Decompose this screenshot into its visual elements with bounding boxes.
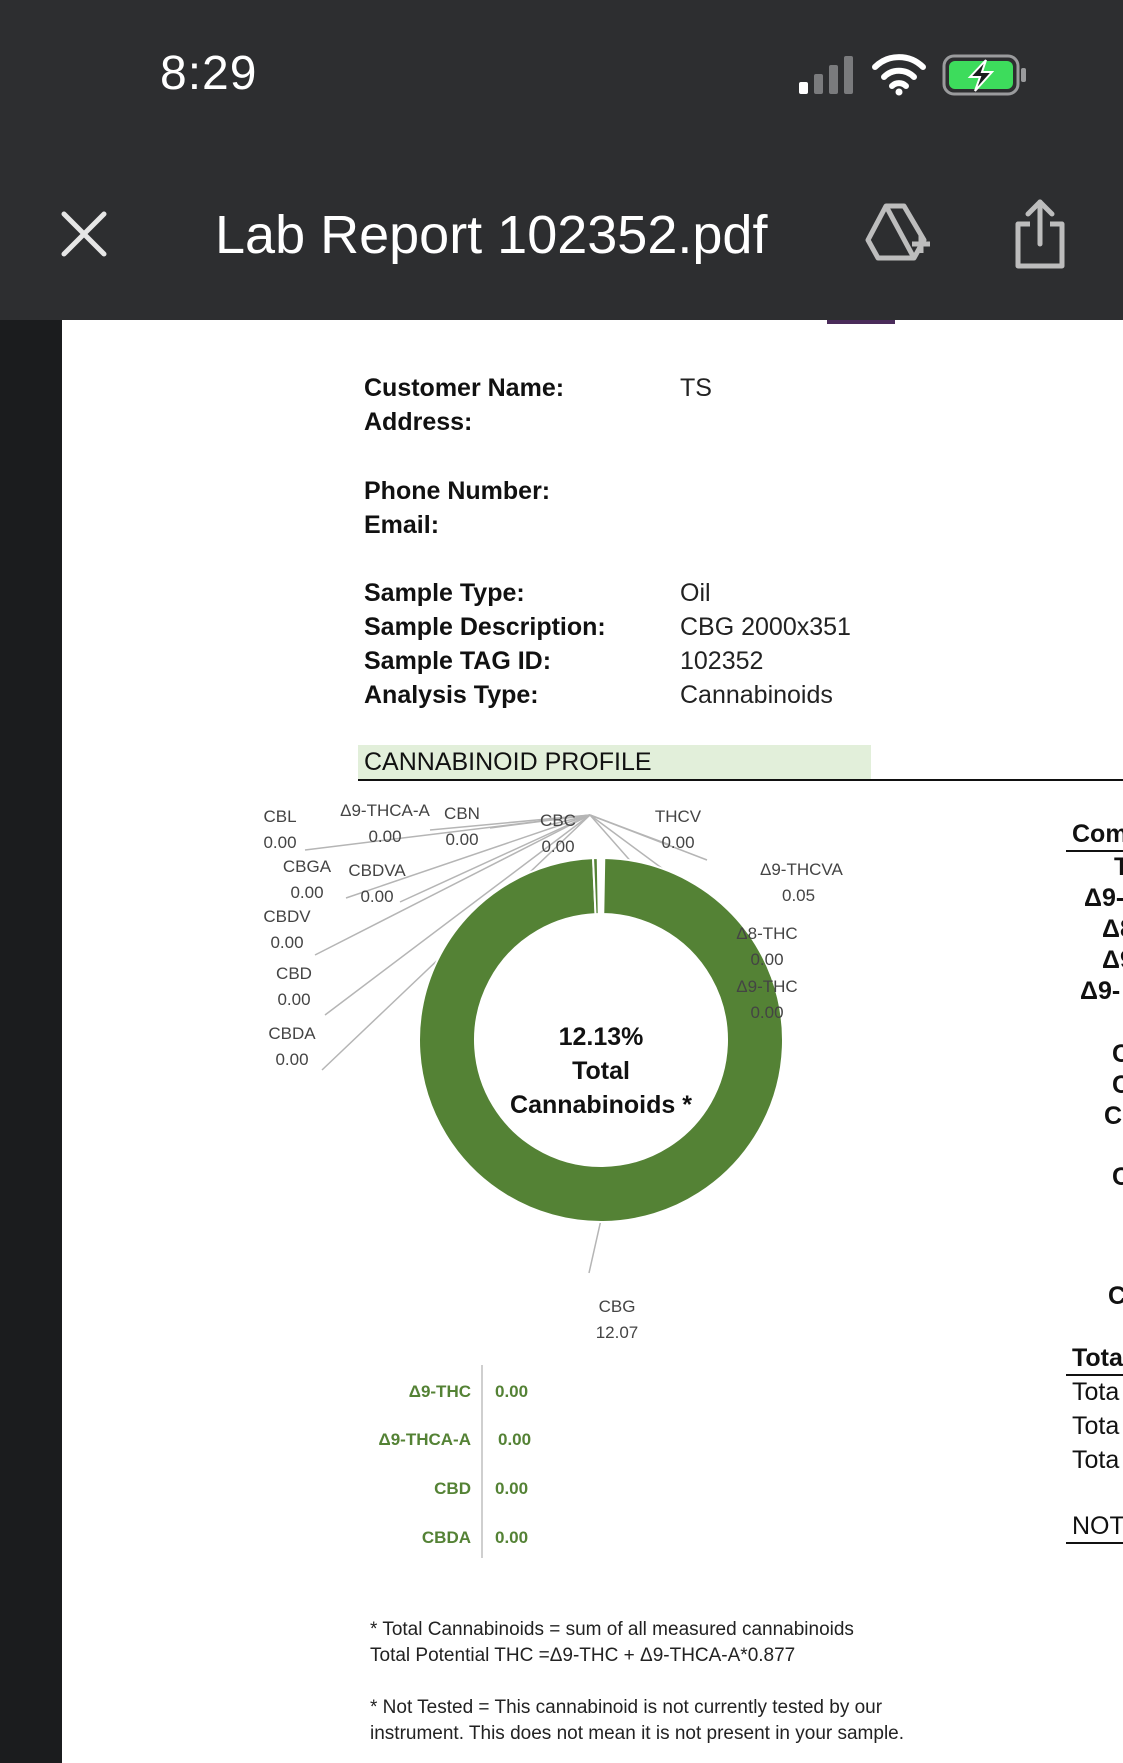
chart-center-total: Total — [572, 1057, 630, 1085]
chart-value-label: 0.00 — [750, 950, 783, 969]
chart-value-label: 0.00 — [275, 1050, 308, 1069]
right-column-fragment: NOT — [1072, 1512, 1123, 1540]
footnote-not-tested: * Not Tested = This cannabinoid is not c… — [370, 1697, 883, 1718]
add-to-drive-icon[interactable] — [862, 202, 932, 266]
chart-value-label: 0.00 — [541, 837, 574, 856]
right-column-fragment: Tota — [1072, 1344, 1123, 1372]
right-column-fragment: T — [1114, 853, 1123, 881]
right-column-fragment: Tota — [1072, 1378, 1120, 1406]
chart-value-label: 12.07 — [596, 1323, 639, 1342]
footnote-not-tested-cont: instrument. This does not mean it is not… — [370, 1723, 905, 1744]
viewer-background — [0, 320, 62, 1763]
chart-category-label: CBN — [444, 804, 480, 823]
right-column-header-fragment: Com — [1072, 820, 1123, 848]
chart-category-label: THCV — [655, 807, 702, 826]
mini-table-value: 0.00 — [495, 1528, 529, 1547]
cannabinoid-donut-chart: CBG 12.07 Δ9-THCVA 0.05 CBL 0.00 Δ9-THCA-A 0.00… — [263, 801, 843, 1342]
right-column-fragment: Δ9 — [1102, 946, 1123, 974]
right-column-fragment: Tota — [1072, 1412, 1120, 1440]
right-column-fragment: C — [1112, 1071, 1123, 1099]
chart-category-label: CBDA — [268, 1024, 316, 1043]
chart-value-label: 0.00 — [290, 883, 323, 902]
chart-category-label: Δ9-THCA-A — [340, 801, 430, 820]
close-icon[interactable] — [58, 208, 110, 260]
right-column-fragment: C — [1112, 1163, 1123, 1191]
chart-center-caption: Cannabinoids * — [510, 1091, 692, 1119]
chart-value-label: 0.05 — [782, 886, 815, 905]
document-title: Lab Report 102352.pdf — [215, 205, 768, 265]
chart-category-label: CBGA — [283, 857, 332, 876]
status-bar: 8:29 — [0, 0, 1123, 150]
chart-value-label: 0.00 — [270, 933, 303, 952]
mini-table-divider — [481, 1365, 483, 1558]
chart-value-label: 0.00 — [368, 827, 401, 846]
chart-category-label: Δ8-THC — [736, 924, 797, 943]
chart-category-label: Δ9-THC — [736, 977, 797, 996]
cellular-signal-icon — [799, 56, 853, 94]
right-column-rule — [1066, 1374, 1123, 1376]
status-time: 8:29 — [160, 47, 258, 100]
right-column-fragment: Tota — [1072, 1446, 1120, 1474]
chart-value-label: 0.00 — [360, 887, 393, 906]
mini-table-label: Δ9-THC — [408, 1382, 471, 1401]
battery-charging-icon — [942, 54, 1026, 96]
chart-category-label: CBL — [263, 807, 296, 826]
mini-table-label: Δ9-THCA-A — [378, 1430, 472, 1449]
chart-category-label: CBDVA — [348, 861, 406, 880]
chart-value-label: 0.00 — [445, 830, 478, 849]
right-column-fragment: C — [1112, 1040, 1123, 1068]
wifi-icon — [872, 54, 926, 96]
right-column-fragment: Δ8 — [1102, 915, 1123, 943]
chart-value-label: 0.00 — [263, 833, 296, 852]
share-icon[interactable] — [1012, 198, 1068, 270]
mini-table-label: CBDA — [421, 1528, 471, 1547]
chart-category-label: CBG — [599, 1297, 636, 1316]
pdf-page: Customer Name: TS Address: Phone Number:… — [62, 320, 1123, 1763]
chart-value-label: 0.00 — [661, 833, 694, 852]
right-column-rule — [1066, 850, 1123, 852]
chart-category-label: CBD — [276, 964, 312, 983]
right-column-rule — [1066, 1542, 1123, 1544]
right-column-fragment: C — [1108, 1282, 1123, 1310]
chart-category-label: CBDV — [263, 907, 311, 926]
right-column-fragment: C — [1104, 1102, 1123, 1130]
mini-table-value: 0.00 — [495, 1382, 529, 1401]
right-column-fragment: Δ9- — [1084, 884, 1123, 912]
mini-table-value: 0.00 — [498, 1430, 532, 1449]
mini-table-label: CBD — [434, 1479, 471, 1498]
chart-value-label: 0.00 — [750, 1003, 783, 1022]
footnote-total-cannabinoids: * Total Cannabinoids = sum of all measur… — [370, 1619, 854, 1640]
chart-category-label: Δ9-THCVA — [760, 860, 843, 879]
pdf-viewer-toolbar: Lab Report 102352.pdf — [0, 150, 1123, 320]
chart-value-label: 0.00 — [277, 990, 310, 1009]
right-column-fragment: Δ9- — [1080, 977, 1121, 1005]
mini-table-value: 0.00 — [495, 1479, 529, 1498]
footnote-total-thc: Total Potential THC =Δ9-THC + Δ9-THCA-A*… — [370, 1645, 796, 1666]
chart-center-percent: 12.13% — [559, 1023, 644, 1051]
chart-category-label: CBC — [540, 811, 576, 830]
